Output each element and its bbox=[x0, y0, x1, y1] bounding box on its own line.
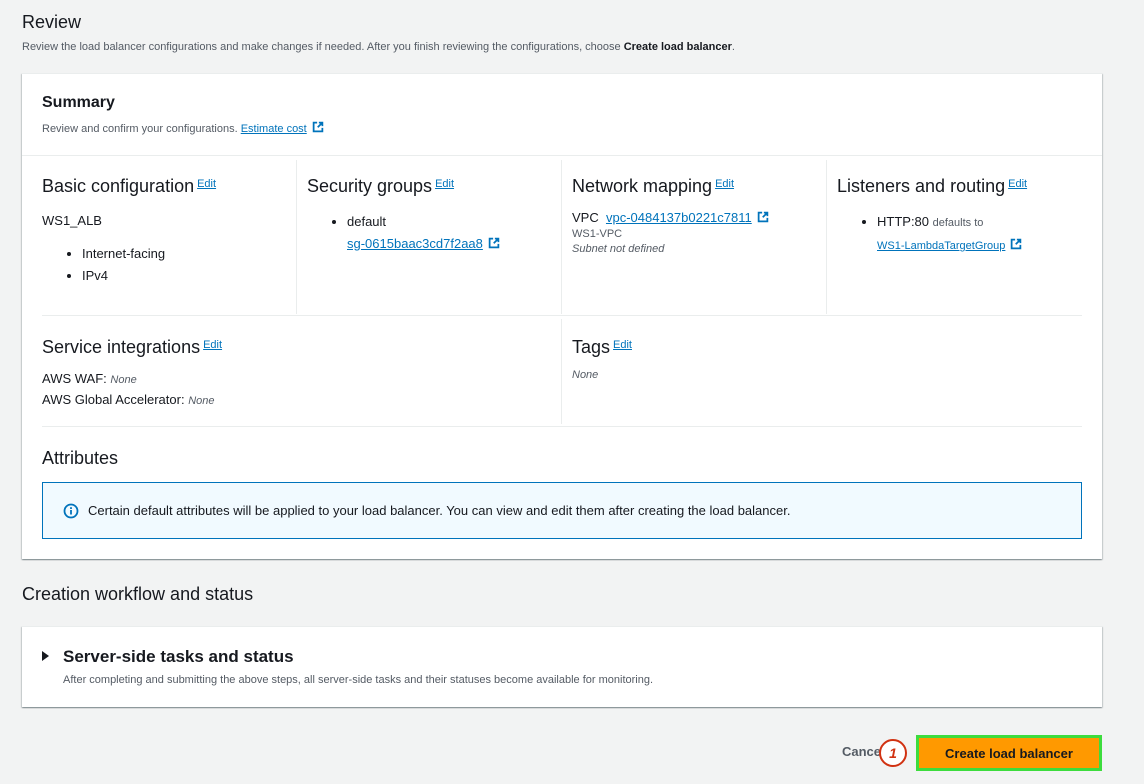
vpc-link[interactable]: vpc-0484137b0221c7811 bbox=[606, 210, 752, 225]
column-divider bbox=[826, 160, 827, 314]
waf-label: AWS WAF: bbox=[42, 371, 107, 386]
network-mapping-title: Network mapping bbox=[572, 176, 713, 196]
tags-title: Tags bbox=[572, 337, 611, 357]
service-integrations-section: Service integrations Edit AWS WAF: None A… bbox=[42, 337, 542, 407]
estimate-cost-label: Estimate cost bbox=[240, 123, 307, 135]
basic-configuration-list: Internet-facing IPv4 bbox=[42, 243, 292, 287]
target-group-link[interactable]: WS1-LambdaTargetGroup bbox=[877, 240, 1005, 252]
review-desc-suffix: . bbox=[731, 41, 735, 53]
review-description: Review the load balancer configurations … bbox=[22, 41, 735, 53]
global-accelerator-label: AWS Global Accelerator: bbox=[42, 392, 185, 407]
listeners-routing-edit-link[interactable]: Edit bbox=[1008, 178, 1027, 190]
security-group-name: default bbox=[347, 214, 387, 229]
security-groups-list: default sg-0615baac3cd7f2aa8 bbox=[307, 211, 557, 255]
vpc-label: VPC bbox=[572, 210, 599, 225]
listeners-routing-section: Listeners and routingEdit HTTP:80 defaul… bbox=[837, 176, 1087, 257]
server-side-tasks-panel: Server-side tasks and status After compl… bbox=[22, 626, 1102, 707]
listeners-routing-title: Listeners and routing bbox=[837, 176, 1006, 196]
waf-value: None bbox=[110, 374, 137, 386]
basic-configuration-title: Basic configuration bbox=[42, 176, 195, 196]
service-integrations-title: Service integrations bbox=[42, 337, 201, 357]
external-link-icon[interactable] bbox=[487, 236, 501, 250]
review-desc-bold: Create load balancer bbox=[623, 41, 732, 53]
external-link-icon[interactable] bbox=[756, 210, 770, 224]
basic-configuration-section: Basic configurationEdit WS1_ALB Internet… bbox=[42, 176, 292, 287]
review-title: Review bbox=[22, 12, 82, 32]
basic-configuration-edit-link[interactable]: Edit bbox=[197, 178, 216, 190]
security-groups-section: Security groupsEdit default sg-0615baac3… bbox=[307, 176, 557, 255]
summary-desc-text: Review and confirm your configurations. bbox=[42, 123, 238, 135]
external-link-icon[interactable] bbox=[311, 120, 325, 134]
row-divider bbox=[42, 426, 1082, 427]
network-mapping-edit-link[interactable]: Edit bbox=[715, 178, 734, 190]
tags-value: None bbox=[572, 369, 599, 381]
column-divider bbox=[561, 319, 562, 424]
list-item: IPv4 bbox=[82, 265, 292, 287]
tags-section: Tags Edit None bbox=[572, 337, 1072, 381]
estimate-cost-link[interactable]: Estimate cost bbox=[241, 123, 307, 135]
summary-panel: Summary Review and confirm your configur… bbox=[22, 73, 1102, 559]
step-number-badge: 1 bbox=[879, 739, 907, 767]
summary-header: Summary Review and confirm your configur… bbox=[22, 74, 1102, 156]
create-load-balancer-button[interactable]: Create load balancer bbox=[916, 735, 1102, 771]
subnet-note: Subnet not defined bbox=[572, 243, 665, 255]
listeners-list: HTTP:80 defaults to WS1-LambdaTargetGrou… bbox=[837, 211, 1087, 257]
service-integrations-edit-link[interactable]: Edit bbox=[203, 339, 222, 351]
review-desc-prefix: Review the load balancer configurations … bbox=[22, 41, 624, 53]
server-side-tasks-description: After completing and submitting the abov… bbox=[63, 674, 654, 686]
list-item: HTTP:80 defaults to WS1-LambdaTargetGrou… bbox=[877, 211, 1087, 257]
security-group-link[interactable]: sg-0615baac3cd7f2aa8 bbox=[347, 236, 483, 251]
listener-protocol: HTTP:80 bbox=[877, 214, 930, 229]
caret-right-icon[interactable] bbox=[42, 651, 49, 661]
row-divider bbox=[42, 315, 1082, 316]
tags-edit-link[interactable]: Edit bbox=[613, 339, 632, 351]
load-balancer-name: WS1_ALB bbox=[42, 213, 102, 228]
info-icon bbox=[63, 503, 79, 519]
list-item: Internet-facing bbox=[82, 243, 292, 265]
creation-workflow-title: Creation workflow and status bbox=[22, 584, 254, 604]
column-divider bbox=[561, 160, 562, 314]
attributes-info-alert: Certain default attributes will be appli… bbox=[42, 482, 1082, 539]
attributes-title: Attributes bbox=[42, 448, 119, 468]
global-accelerator-value: None bbox=[188, 395, 215, 407]
attributes-info-text: Certain default attributes will be appli… bbox=[88, 503, 791, 518]
summary-description: Review and confirm your configurations. … bbox=[42, 120, 325, 135]
defaults-to-label: defaults to bbox=[932, 217, 984, 229]
security-groups-title: Security groups bbox=[307, 176, 433, 196]
server-side-tasks-toggle[interactable]: Server-side tasks and status bbox=[63, 647, 294, 667]
summary-title: Summary bbox=[42, 94, 115, 111]
external-link-icon[interactable] bbox=[1009, 237, 1023, 251]
list-item: default sg-0615baac3cd7f2aa8 bbox=[347, 211, 557, 255]
vpc-name: WS1-VPC bbox=[572, 228, 623, 240]
security-groups-edit-link[interactable]: Edit bbox=[435, 178, 454, 190]
network-mapping-section: Network mapping Edit VPC vpc-0484137b0221… bbox=[572, 176, 822, 255]
column-divider bbox=[296, 160, 297, 314]
